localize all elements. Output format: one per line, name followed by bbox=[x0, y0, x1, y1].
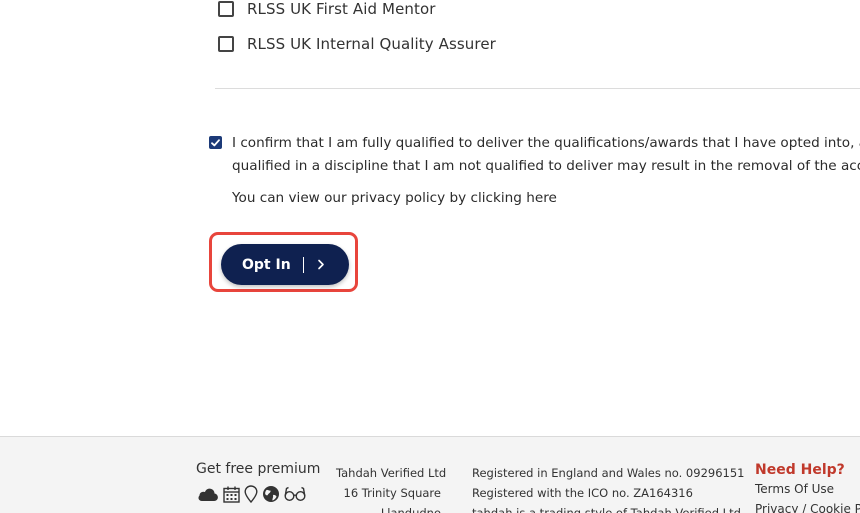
internal-quality-assurer-checkbox[interactable] bbox=[218, 36, 234, 52]
company-registration: Registered in England and Wales no. 0929… bbox=[472, 463, 744, 513]
calendar-icon bbox=[223, 486, 240, 503]
registration-line-3: tahdah is a trading style of Tahdah Veri… bbox=[472, 506, 741, 513]
opt-in-button[interactable]: Opt In bbox=[221, 244, 349, 285]
opt-in-label: Opt In bbox=[242, 256, 291, 273]
address-line-1: Tahdah Verified Ltd bbox=[336, 466, 447, 480]
cloud-icon bbox=[197, 486, 219, 502]
company-address: Tahdah Verified Ltd 16 Trinity Square Ll… bbox=[336, 463, 447, 513]
privacy-policy-link[interactable]: clicking here bbox=[471, 190, 557, 206]
privacy-policy-text: You can view our privacy policy by click… bbox=[232, 190, 557, 206]
first-aid-mentor-checkbox[interactable] bbox=[218, 1, 234, 17]
location-pin-icon bbox=[244, 485, 258, 503]
checkmark-icon bbox=[211, 138, 220, 146]
internal-quality-assurer-label: RLSS UK Internal Quality Assurer bbox=[247, 35, 496, 53]
page: RLSS UK First Aid Mentor RLSS UK Interna… bbox=[0, 0, 860, 513]
checkbox-row-internal-quality-assurer[interactable]: RLSS UK Internal Quality Assurer bbox=[218, 35, 496, 53]
checkbox-row-first-aid-mentor[interactable]: RLSS UK First Aid Mentor bbox=[218, 0, 436, 18]
need-help-heading: Need Help? bbox=[755, 462, 845, 478]
globe-icon bbox=[262, 485, 280, 503]
address-line-3: Llandudno bbox=[380, 506, 441, 513]
help-section: Need Help? Terms Of Use Privacy / Cookie… bbox=[755, 461, 860, 513]
opt-in-separator bbox=[302, 256, 304, 273]
section-divider bbox=[215, 88, 860, 89]
terms-of-use-link[interactable]: Terms Of Use bbox=[755, 479, 860, 499]
privacy-cookie-policy-link[interactable]: Privacy / Cookie Po bbox=[755, 499, 860, 513]
first-aid-mentor-label: RLSS UK First Aid Mentor bbox=[247, 0, 436, 18]
confirm-qualified-text: I confirm that I am fully qualified to d… bbox=[232, 132, 860, 178]
footer: Get free premium Tahdah Verified Ltd 16 … bbox=[0, 436, 860, 513]
privacy-prefix: You can view our privacy policy by bbox=[232, 190, 471, 206]
confirm-text-line-2: qualified in a discipline that I am not … bbox=[232, 158, 860, 174]
confirm-qualified-checkbox[interactable] bbox=[209, 136, 222, 149]
address-line-2: 16 Trinity Square bbox=[343, 486, 442, 500]
glasses-icon bbox=[284, 486, 306, 502]
feature-icons bbox=[197, 485, 306, 503]
registration-line-2: Registered with the ICO no. ZA164316 bbox=[472, 486, 693, 500]
get-free-premium-label: Get free premium bbox=[196, 461, 321, 477]
chevron-right-icon bbox=[317, 259, 325, 270]
confirm-text-line-1: I confirm that I am fully qualified to d… bbox=[232, 135, 860, 151]
registration-line-1: Registered in England and Wales no. 0929… bbox=[472, 466, 745, 480]
